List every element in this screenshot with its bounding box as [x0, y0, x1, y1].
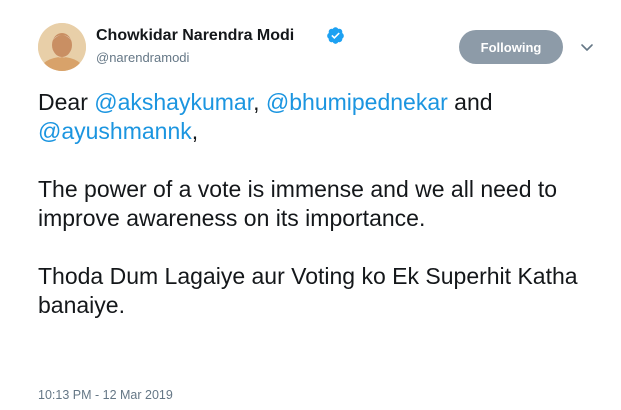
tweet-paragraph-2: The power of a vote is immense and we al…	[38, 176, 558, 231]
tweet-text: Dear @akshaykumar, @bhumipednekar and @ay…	[38, 88, 608, 320]
tweet-greeting: Dear	[38, 89, 95, 115]
tweet-paragraph-3: Thoda Dum Lagaiye aur Voting ko Ek Super…	[38, 263, 578, 318]
avatar[interactable]	[38, 23, 86, 71]
mention-link[interactable]: @bhumipednekar	[266, 89, 448, 115]
mention-link[interactable]: @akshaykumar	[94, 89, 253, 115]
tweet-conjunction: and	[447, 89, 493, 115]
tweet-comma: ,	[191, 118, 199, 144]
chevron-down-icon[interactable]	[579, 42, 595, 54]
author-display-name[interactable]: Chowkidar Narendra Modi	[96, 27, 294, 45]
tweet-separator: ,	[253, 89, 266, 115]
following-button[interactable]: Following	[459, 30, 563, 64]
mention-link[interactable]: @ayushmannk	[38, 118, 192, 144]
tweet-timestamp[interactable]: 10:13 PM - 12 Mar 2019	[38, 388, 173, 402]
verified-badge-icon	[327, 27, 344, 44]
tweet-paragraph-1: Dear @akshaykumar, @bhumipednekar and @ay…	[38, 88, 608, 146]
author-handle[interactable]: @narendramodi	[96, 50, 189, 65]
